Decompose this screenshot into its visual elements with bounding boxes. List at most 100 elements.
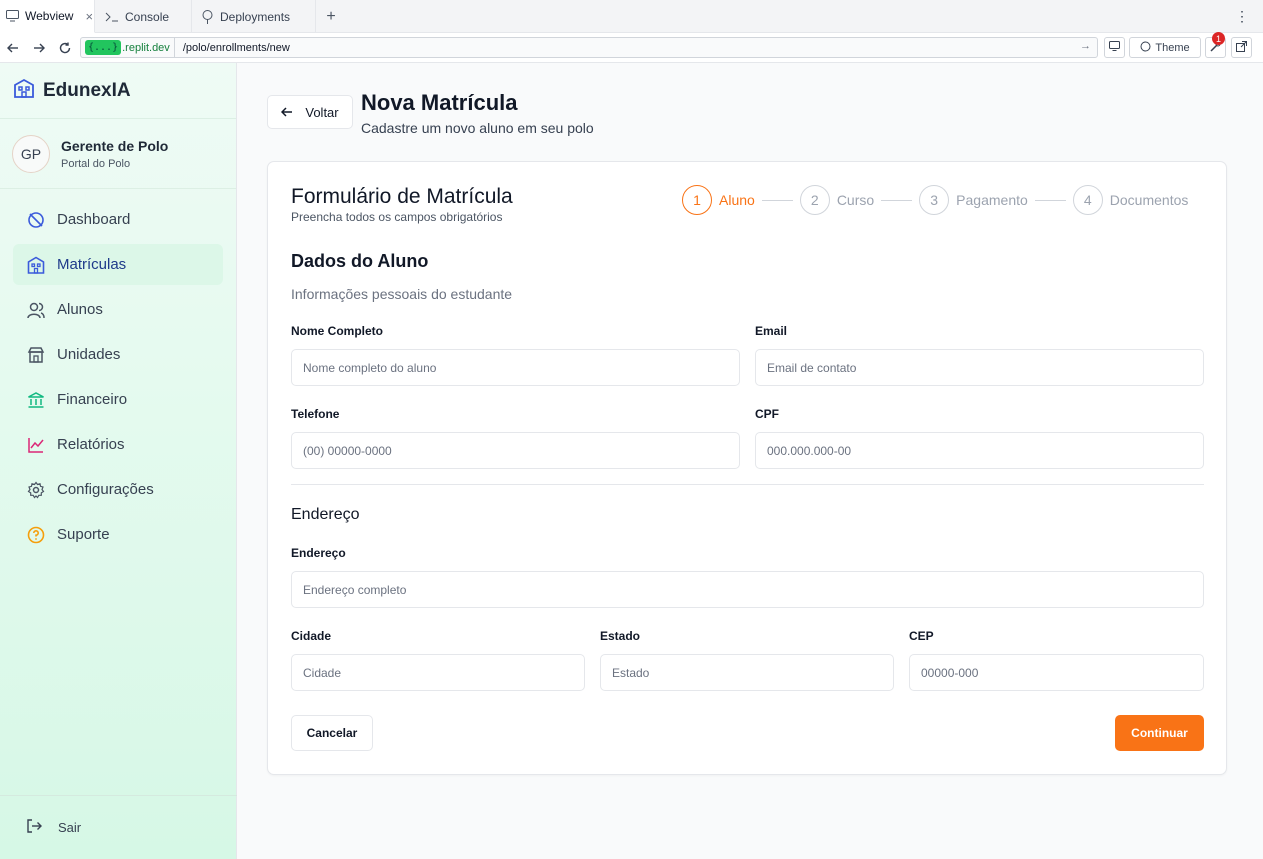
step-label: Aluno [719,192,755,208]
divider [291,484,1204,485]
section-description-student: Informações pessoais do estudante [291,286,513,302]
cpf-field[interactable] [755,432,1204,469]
sidebar-item-matriculas[interactable]: Matrículas [13,244,223,285]
new-tab-button[interactable]: + [316,0,348,33]
city-field[interactable] [291,654,585,691]
step-pagamento[interactable]: 3 Pagamento [919,185,1028,215]
sidebar-item-label: Alunos [57,301,103,318]
step-label: Curso [836,192,875,208]
step-number: 2 [799,185,830,215]
sidebar-item-alunos[interactable]: Alunos [13,289,223,330]
user-profile: GP Gerente de Polo Portal do Polo [0,119,236,189]
monitor-icon [6,9,19,23]
browser-nav-bar: {...} .replit.dev /polo/enrollments/new … [0,32,1263,63]
step-connector [881,199,913,201]
theme-label: Theme [1155,41,1190,54]
logout-icon [26,819,42,836]
profile-subtitle: Portal do Polo [61,157,131,170]
phone-field[interactable] [291,432,740,469]
url-path: /polo/enrollments/new [182,41,290,54]
step-curso[interactable]: 2 Curso [799,185,875,215]
more-options-icon[interactable]: ⋮ [1235,8,1249,25]
step-documentos[interactable]: 4 Documentos [1072,185,1189,215]
sidebar-item-label: Suporte [57,526,110,543]
open-external-button[interactable] [1231,37,1252,58]
sidebar-menu: Dashboard Matrículas Alunos Unidades Fin… [0,189,236,555]
state-field[interactable] [600,654,894,691]
form-title: Formulário de Matrícula [291,185,513,208]
sidebar-item-label: Financeiro [57,391,128,408]
screen-icon [1109,41,1120,54]
section-title-student: Dados do Aluno [291,251,429,271]
sidebar-item-label: Relatórios [57,436,125,453]
email-label: Email [755,324,788,338]
avatar: GP [12,134,50,173]
back-button[interactable]: Voltar [267,95,353,129]
page-title: Nova Matrícula [361,90,518,115]
cep-label: CEP [909,629,934,643]
sidebar-item-label: Matrículas [57,256,127,273]
address-label: Endereço [291,546,346,560]
terminal-icon [105,10,119,24]
page-subtitle: Cadastre um novo aluno em seu polo [361,120,594,136]
phone-label: Telefone [291,407,340,421]
url-host-text: .replit.dev [122,41,170,54]
theme-button[interactable]: Theme [1129,37,1201,58]
cep-field[interactable] [909,654,1204,691]
close-icon[interactable]: × [85,9,93,24]
url-host-pill: {...} [85,40,122,55]
cancel-button[interactable]: Cancelar [291,715,373,751]
email-field[interactable] [755,349,1204,386]
tree-icon [200,9,214,24]
tab-label: Webview [25,9,74,23]
step-number: 4 [1072,185,1103,215]
devtools-button[interactable]: 1 [1205,32,1226,58]
cpf-label: CPF [755,407,779,421]
dashboard-icon [27,211,45,229]
bank-icon [27,391,45,409]
step-label: Documentos [1109,192,1189,208]
name-field[interactable] [291,349,740,386]
city-label: Cidade [291,629,332,643]
sidebar-item-dashboard[interactable]: Dashboard [13,199,223,240]
sidebar-item-suporte[interactable]: Suporte [13,514,223,555]
device-preview-button[interactable] [1104,37,1125,58]
step-connector [761,199,793,201]
logout-button[interactable]: Sair [0,795,237,859]
store-icon [27,346,45,364]
back-arrow-icon[interactable] [0,35,26,61]
arrow-left-icon [281,105,293,120]
continue-button[interactable]: Continuar [1115,715,1204,751]
palette-icon [1140,41,1151,55]
address-field[interactable] [291,571,1204,608]
sidebar-item-label: Configurações [57,481,154,498]
forward-arrow-icon[interactable] [26,35,52,61]
state-label: Estado [600,629,641,643]
back-label: Voltar [305,104,339,120]
notification-badge: 1 [1212,32,1225,45]
go-arrow-icon[interactable]: → [1080,40,1091,52]
sidebar-item-unidades[interactable]: Unidades [13,334,223,375]
enrollment-form-card: Formulário de Matrícula Preencha todos o… [267,161,1227,775]
users-icon [27,301,45,319]
step-aluno[interactable]: 1 Aluno [682,185,755,215]
step-number: 3 [919,185,950,215]
address-bar[interactable]: {...} .replit.dev /polo/enrollments/new … [80,37,1098,58]
tab-console[interactable]: Console [95,0,192,33]
profile-name: Gerente de Polo [61,137,169,154]
tab-webview[interactable]: Webview × [0,0,95,33]
browser-tab-bar: Webview × Console Deployments + ⋮ [0,0,1263,33]
sidebar: EdunexIA GP Gerente de Polo Portal do Po… [0,63,237,859]
reload-icon[interactable] [52,35,78,61]
building-icon [13,78,35,103]
sidebar-item-relatorios[interactable]: Relatórios [13,424,223,465]
sidebar-item-label: Dashboard [57,211,131,228]
sidebar-item-configuracoes[interactable]: Configurações [13,469,223,510]
building-icon [27,256,45,274]
brand[interactable]: EdunexIA [0,63,236,119]
sidebar-item-financeiro[interactable]: Financeiro [13,379,223,420]
tab-deployments[interactable]: Deployments [192,0,316,33]
form-subtitle: Preencha todos os campos obrigatórios [291,210,503,224]
gear-icon [27,481,45,499]
help-icon [27,526,45,544]
